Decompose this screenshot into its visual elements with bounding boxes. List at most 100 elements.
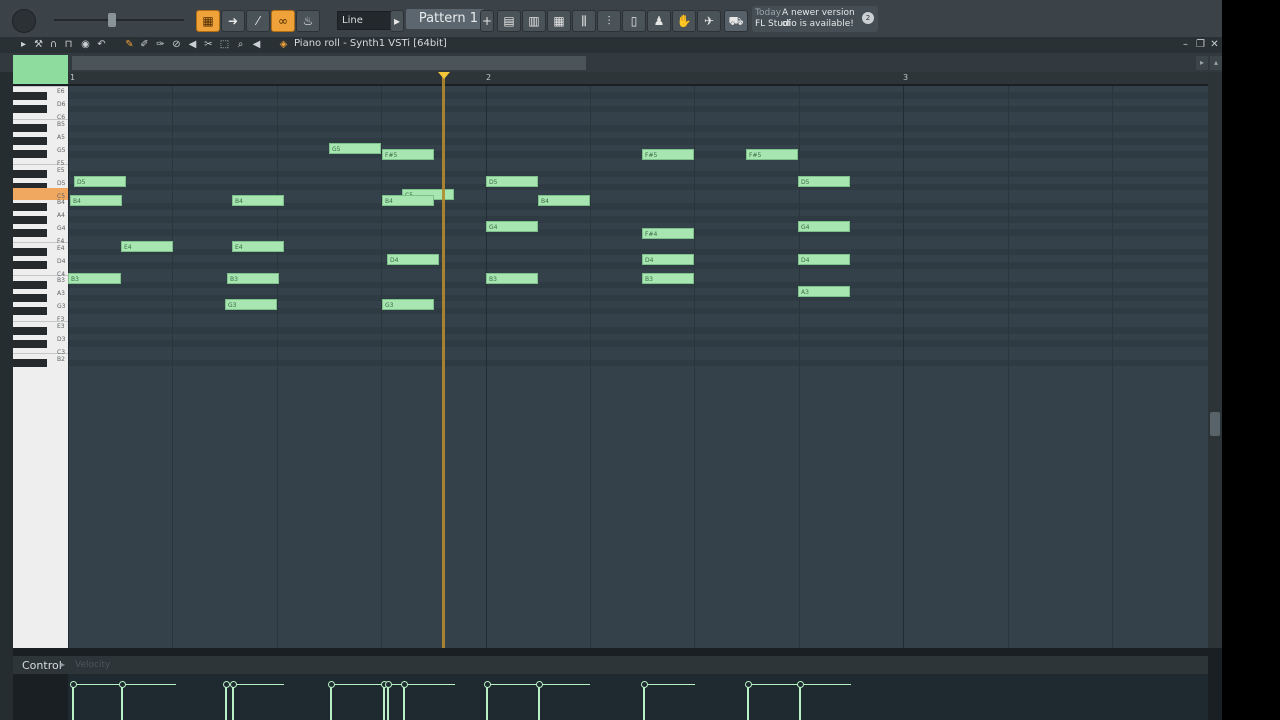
playhead-marker-icon[interactable] bbox=[438, 72, 450, 79]
velocity-handle[interactable] bbox=[484, 681, 491, 688]
record-icon[interactable]: ◉ bbox=[80, 39, 91, 50]
scroll-up-icon[interactable]: ▴ bbox=[1210, 56, 1222, 70]
snap-mode-select[interactable]: Line bbox=[337, 11, 391, 30]
mute-icon[interactable]: ◀ bbox=[187, 39, 198, 50]
velocity-handle[interactable] bbox=[230, 681, 237, 688]
stamp-icon[interactable]: ♨ bbox=[296, 10, 320, 32]
velocity-lane[interactable] bbox=[68, 674, 1208, 720]
velocity-handle[interactable] bbox=[797, 681, 804, 688]
note-d5[interactable]: D5 bbox=[798, 175, 850, 187]
playlist-icon[interactable]: ▤ bbox=[497, 10, 521, 32]
vertical-scrollbar[interactable] bbox=[1208, 72, 1222, 648]
note-b3[interactable]: B3 bbox=[486, 273, 538, 285]
velocity-stem[interactable] bbox=[538, 684, 540, 720]
slider-handle[interactable] bbox=[108, 13, 116, 27]
note-b4[interactable]: B4 bbox=[538, 195, 590, 207]
note-b4[interactable]: B4 bbox=[382, 195, 434, 207]
note-fsharp4[interactable]: F#4 bbox=[642, 227, 694, 239]
black-key[interactable] bbox=[13, 339, 47, 348]
note-d4[interactable]: D4 bbox=[642, 253, 694, 265]
pattern-prev-icon[interactable]: ▸ bbox=[390, 10, 404, 32]
master-pitch-slider[interactable] bbox=[54, 19, 184, 21]
black-key[interactable] bbox=[13, 137, 47, 146]
black-key[interactable] bbox=[13, 280, 47, 289]
note-a3[interactable]: A3 bbox=[798, 286, 850, 298]
speaker-icon[interactable]: ◈ bbox=[278, 39, 289, 50]
velocity-stem[interactable] bbox=[383, 684, 385, 720]
piano-keyboard[interactable]: E6 D6 C6 B5 A5 G5 F5 E5 D5 C5 B4 A4 G4 F4 E4 D4 C4 B3 A3 G3… bbox=[13, 86, 68, 648]
update-news-panel[interactable]: Today A newer version of FL Studio is av… bbox=[752, 6, 878, 32]
velocity-handle[interactable] bbox=[328, 681, 335, 688]
note-b3[interactable]: B3 bbox=[68, 273, 121, 285]
note-b3[interactable]: B3 bbox=[227, 273, 279, 285]
velocity-handle[interactable] bbox=[401, 681, 408, 688]
black-key[interactable] bbox=[13, 215, 47, 224]
note-b3[interactable]: B3 bbox=[642, 273, 694, 285]
note-grid[interactable]: G5F#5F#5F#5D5D5D5C5B4B4B4B4G4G4F#4E4E4D4… bbox=[68, 86, 1208, 648]
delete-icon[interactable]: ⊘ bbox=[171, 39, 182, 50]
plugin-icon[interactable]: ♟ bbox=[647, 10, 671, 32]
velocity-stem[interactable] bbox=[225, 684, 227, 720]
scrollbar-thumb[interactable] bbox=[1210, 412, 1220, 436]
control-arrow-icon[interactable]: ▸ bbox=[61, 660, 65, 669]
slice-icon[interactable]: ✂ bbox=[203, 39, 214, 50]
velocity-stem[interactable] bbox=[387, 684, 389, 720]
note-g4[interactable]: G4 bbox=[798, 221, 850, 233]
black-key[interactable] bbox=[13, 124, 47, 133]
black-key[interactable] bbox=[13, 306, 47, 315]
magnet-icon[interactable]: ⊓ bbox=[63, 39, 74, 50]
maximize-icon[interactable]: ❐ bbox=[1195, 39, 1206, 50]
note-fsharp5[interactable]: F#5 bbox=[382, 149, 434, 161]
note-d5[interactable]: D5 bbox=[486, 175, 538, 187]
velocity-stem[interactable] bbox=[643, 684, 645, 720]
draw-pencil-icon[interactable]: ✎ bbox=[124, 39, 135, 50]
tools-icon[interactable]: ✈ bbox=[697, 10, 721, 32]
velocity-handle[interactable] bbox=[536, 681, 543, 688]
link-icon[interactable]: ∞ bbox=[271, 10, 295, 32]
channel-rack-icon[interactable]: ▦ bbox=[547, 10, 571, 32]
draw-icon[interactable]: ⁄ bbox=[246, 10, 270, 32]
note-b4[interactable]: B4 bbox=[70, 195, 122, 207]
black-key[interactable] bbox=[13, 248, 47, 257]
scroll-right-icon[interactable]: ▸ bbox=[1196, 56, 1208, 70]
velocity-stem[interactable] bbox=[121, 684, 123, 720]
note-b4[interactable]: B4 bbox=[232, 195, 284, 207]
velocity-stem[interactable] bbox=[747, 684, 749, 720]
note-e4[interactable]: E4 bbox=[121, 240, 173, 252]
note-g5[interactable]: G5 bbox=[329, 142, 381, 154]
control-target[interactable]: Velocity bbox=[75, 660, 110, 670]
note-e4[interactable]: E4 bbox=[232, 240, 284, 252]
snap-icon[interactable]: ∩ bbox=[48, 39, 59, 50]
cart-icon[interactable]: ⛟ bbox=[724, 10, 748, 32]
select-icon[interactable]: ⬚ bbox=[219, 39, 230, 50]
black-key[interactable] bbox=[13, 326, 47, 335]
typing-keyboard-icon[interactable]: ▦ bbox=[196, 10, 220, 32]
velocity-handle[interactable] bbox=[745, 681, 752, 688]
close-icon[interactable]: ✕ bbox=[1209, 39, 1220, 50]
velocity-stem[interactable] bbox=[799, 684, 801, 720]
black-key[interactable] bbox=[13, 104, 47, 113]
velocity-stem[interactable] bbox=[486, 684, 488, 720]
velocity-handle[interactable] bbox=[223, 681, 230, 688]
black-key[interactable] bbox=[13, 150, 47, 159]
performance-icon[interactable]: ✋ bbox=[672, 10, 696, 32]
master-volume-knob-icon[interactable] bbox=[12, 9, 36, 33]
options-arrow-icon[interactable]: ▸ bbox=[18, 39, 29, 50]
arrow-icon[interactable]: ➜ bbox=[221, 10, 245, 32]
note-g3[interactable]: G3 bbox=[225, 299, 277, 311]
note-fsharp5[interactable]: F#5 bbox=[746, 149, 798, 161]
paint-brush-icon[interactable]: ✑ bbox=[155, 39, 166, 50]
pattern-overview-scroller[interactable] bbox=[72, 56, 586, 70]
note-d4[interactable]: D4 bbox=[387, 253, 439, 265]
black-key[interactable] bbox=[13, 359, 47, 368]
velocity-stem[interactable] bbox=[330, 684, 332, 720]
velocity-handle[interactable] bbox=[641, 681, 648, 688]
black-key[interactable] bbox=[13, 293, 47, 302]
piano-roll-icon[interactable]: ▥ bbox=[522, 10, 546, 32]
note-fsharp5[interactable]: F#5 bbox=[642, 149, 694, 161]
pattern-selector[interactable]: Pattern 1 bbox=[406, 9, 484, 29]
velocity-stem[interactable] bbox=[232, 684, 234, 720]
note-g3[interactable]: G3 bbox=[382, 299, 434, 311]
black-key[interactable] bbox=[13, 202, 47, 211]
black-key[interactable] bbox=[13, 261, 47, 270]
